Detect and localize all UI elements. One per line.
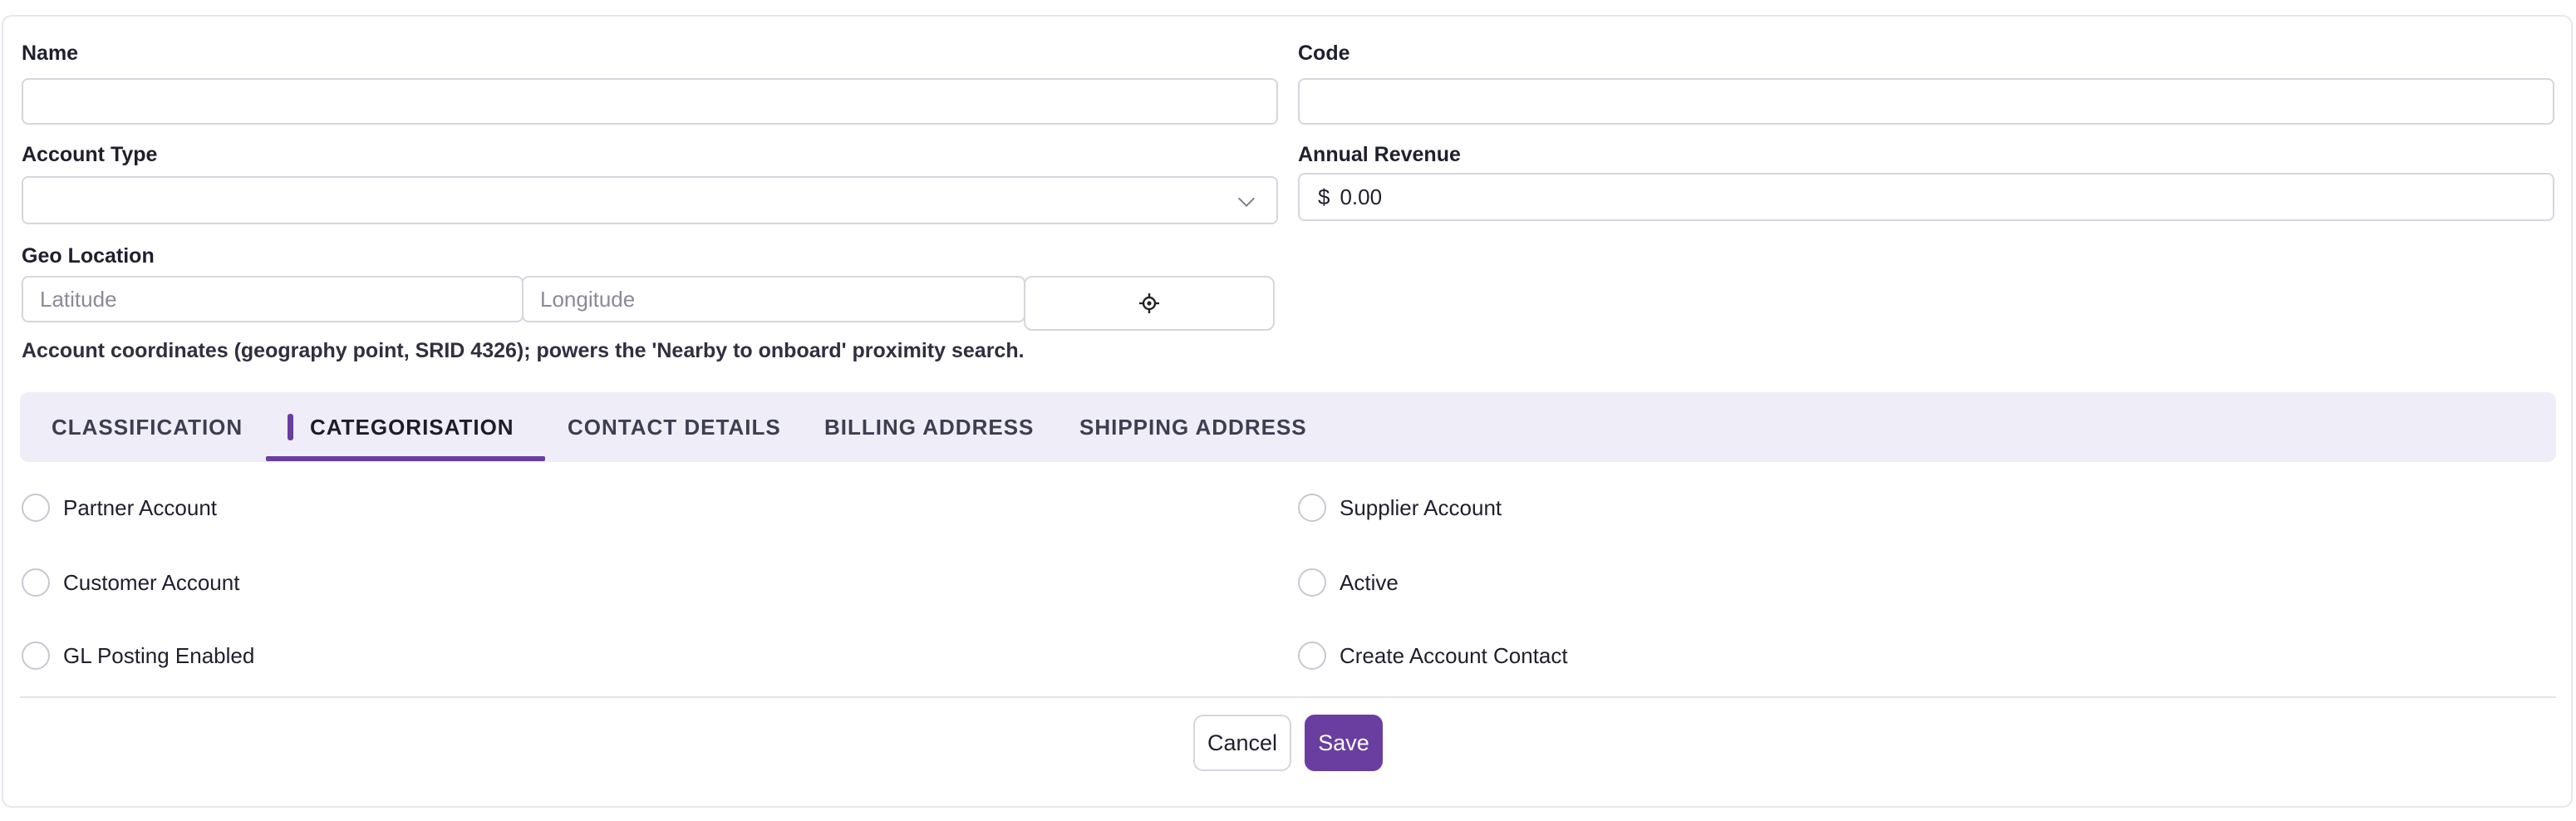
tab-categorisation[interactable]: CATEGORISATION xyxy=(288,392,514,462)
account-type-select[interactable] xyxy=(22,176,1278,224)
code-input[interactable] xyxy=(1298,78,2554,125)
checkbox-box[interactable] xyxy=(22,494,50,522)
annual-revenue-label: Annual Revenue xyxy=(1298,143,1461,166)
checkbox-label: Create Account Contact xyxy=(1340,642,1568,668)
save-button[interactable]: Save xyxy=(1305,715,1383,771)
crosshair-icon xyxy=(1139,293,1159,313)
locate-button[interactable] xyxy=(1024,276,1275,331)
partner-account-checkbox[interactable]: Partner Account xyxy=(22,494,217,522)
account-type-label: Account Type xyxy=(22,143,158,166)
annual-revenue-value: 0.00 xyxy=(1340,184,1383,209)
checkbox-box[interactable] xyxy=(22,568,50,597)
currency-symbol: $ xyxy=(1318,184,1330,209)
code-label: Code xyxy=(1298,42,1350,65)
checkbox-box[interactable] xyxy=(1298,568,1326,597)
tab-contact-details[interactable]: CONTACT DETAILS xyxy=(568,392,781,462)
checkbox-box[interactable] xyxy=(1298,642,1326,670)
checkbox-box[interactable] xyxy=(22,642,50,670)
annual-revenue-input[interactable]: $ 0.00 xyxy=(1298,173,2554,221)
tab-label: SHIPPING ADDRESS xyxy=(1079,414,1307,440)
create-account-contact-checkbox[interactable]: Create Account Contact xyxy=(1298,642,1568,670)
active-tab-underline xyxy=(266,456,545,461)
gl-posting-enabled-checkbox[interactable]: GL Posting Enabled xyxy=(22,642,254,670)
tab-label: CATEGORISATION xyxy=(310,414,514,440)
customer-account-checkbox[interactable]: Customer Account xyxy=(22,568,239,597)
checkbox-label: Active xyxy=(1340,569,1399,595)
checkbox-label: Partner Account xyxy=(63,494,217,520)
chevron-down-icon xyxy=(1238,197,1255,207)
checkbox-box[interactable] xyxy=(1298,494,1326,522)
tab-label: BILLING ADDRESS xyxy=(824,414,1035,440)
latitude-input[interactable] xyxy=(22,276,524,322)
name-label: Name xyxy=(22,42,79,65)
supplier-account-checkbox[interactable]: Supplier Account xyxy=(1298,494,1502,522)
tab-label: CLASSIFICATION xyxy=(52,414,243,440)
tab-bar: CLASSIFICATION CATEGORISATION CONTACT DE… xyxy=(20,392,2556,462)
tab-label: CONTACT DETAILS xyxy=(568,414,781,440)
active-tab-marker xyxy=(288,414,293,440)
name-input[interactable] xyxy=(22,78,1278,125)
cancel-button[interactable]: Cancel xyxy=(1193,715,1291,771)
tab-billing-address[interactable]: BILLING ADDRESS xyxy=(824,392,1034,462)
longitude-input[interactable] xyxy=(522,276,1025,322)
checkbox-label: GL Posting Enabled xyxy=(63,642,255,668)
tab-shipping-address[interactable]: SHIPPING ADDRESS xyxy=(1079,392,1307,462)
tab-classification[interactable]: CLASSIFICATION xyxy=(52,392,243,462)
geo-location-help-text: Account coordinates (geography point, SR… xyxy=(22,339,1025,362)
checkbox-label: Supplier Account xyxy=(1340,494,1502,520)
footer-divider xyxy=(20,696,2556,698)
checkbox-label: Customer Account xyxy=(63,569,240,595)
active-checkbox[interactable]: Active xyxy=(1298,568,1399,597)
geo-location-label: Geo Location xyxy=(22,244,155,268)
